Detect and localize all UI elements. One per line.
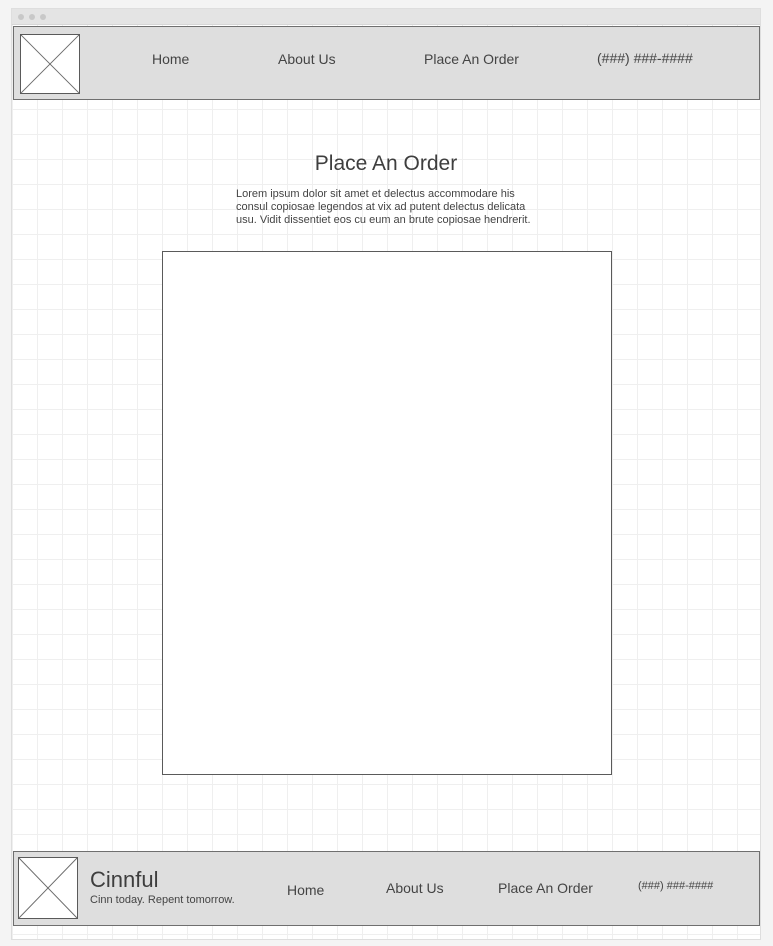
footer-tagline: Cinn today. Repent tomorrow. (90, 894, 235, 906)
footer-nav-home-link[interactable]: Home (287, 882, 324, 898)
nav-home-link[interactable]: Home (152, 51, 189, 67)
page-title: Place An Order (314, 152, 458, 175)
nav-about-us-link[interactable]: About Us (278, 51, 336, 67)
window-dot-icon (29, 14, 35, 20)
site-header: Home About Us Place An Order (###) ###-#… (13, 26, 760, 100)
nav-place-an-order-link[interactable]: Place An Order (424, 51, 519, 67)
footer-logo-placeholder-icon[interactable] (18, 857, 78, 919)
site-footer: Cinnful Cinn today. Repent tomorrow. Hom… (13, 851, 760, 926)
window-titlebar (12, 9, 760, 25)
window-dot-icon (18, 14, 24, 20)
order-form-frame[interactable] (162, 251, 612, 775)
header-phone-number: (###) ###-#### (597, 50, 693, 66)
footer-brand-name: Cinnful (90, 867, 159, 892)
footer-phone-number: (###) ###-#### (638, 880, 714, 892)
intro-paragraph: Lorem ipsum dolor sit amet et delectus a… (236, 188, 531, 226)
window-dot-icon (40, 14, 46, 20)
browser-window: Home About Us Place An Order (###) ###-#… (11, 8, 761, 940)
footer-nav-place-an-order-link[interactable]: Place An Order (498, 880, 593, 896)
footer-nav-about-us-link[interactable]: About Us (386, 880, 444, 896)
logo-placeholder-icon[interactable] (20, 34, 80, 94)
